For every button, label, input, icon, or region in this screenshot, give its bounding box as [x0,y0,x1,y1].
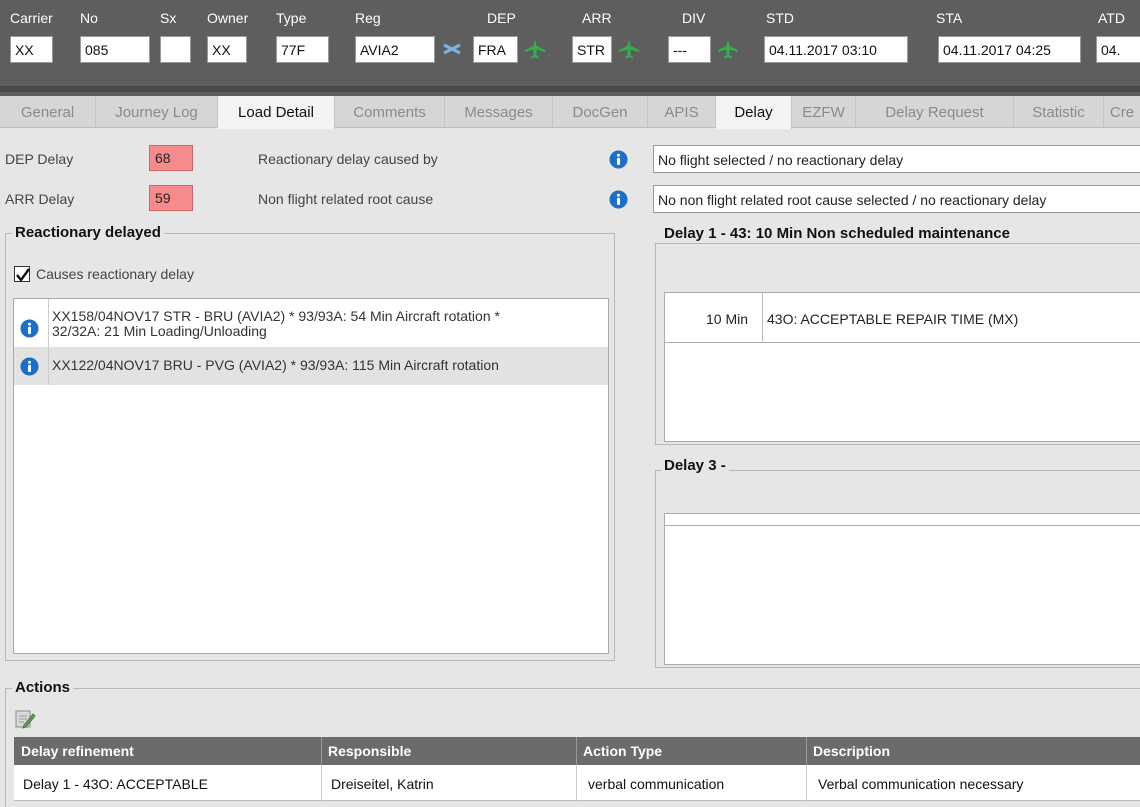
tab-cre[interactable]: Cre [1104,96,1140,128]
type-label: Type [276,10,307,26]
dep-label: DEP [487,10,516,26]
flight-line-2: 32/32A: 21 Min Loading/Unloading [52,323,267,339]
delay-1-list: 10 Min 43O: ACCEPTABLE REPAIR TIME (MX) [664,292,1140,442]
owner-label: Owner [207,10,249,26]
tab-delay-request[interactable]: Delay Request [856,96,1014,128]
flight-line-1: XX122/04NOV17 BRU - PVG (AVIA2) * 93/93A… [52,357,499,373]
edit-icon[interactable] [14,708,36,730]
arrival-field[interactable]: STR [572,36,612,63]
tab-bar: General Journey Log Load Detail Comments… [0,96,1140,129]
root-cause-label: Non flight related root cause [258,191,434,207]
list-item[interactable]: XX158/04NOV17 STR - BRU (AVIA2) * 93/93A… [14,299,608,347]
actions-table-header: Delay refinement Responsible Action Type… [14,737,1140,765]
tab-messages[interactable]: Messages [445,96,553,128]
causes-reactionary-label: Causes reactionary delay [36,266,194,282]
tab-delay[interactable]: Delay [716,96,792,129]
std-field[interactable]: 04.11.2017 03:10 [764,36,908,63]
tab-journey-log[interactable]: Journey Log [96,96,218,128]
reactionary-cause-field[interactable]: No flight selected / no reactionary dela… [653,145,1140,173]
atd-label: ATD [1098,10,1125,26]
arr-delay-field[interactable]: 59 [149,185,193,211]
flight-header: Carrier No Sx Owner Type Reg DEP ARR DIV… [0,0,1140,96]
reg-label: Reg [355,10,381,26]
swap-aircraft-icon[interactable] [441,38,463,60]
root-cause-field[interactable]: No non flight related root cause selecte… [653,185,1140,213]
sta-field[interactable]: 04.11.2017 04:25 [938,36,1081,63]
suffix-field[interactable] [160,36,191,63]
arr-delay-label: ARR Delay [5,191,75,207]
row-separator [48,347,49,385]
tab-comments[interactable]: Comments [335,96,445,128]
tab-general[interactable]: General [0,96,96,128]
list-item[interactable]: 10 Min 43O: ACCEPTABLE REPAIR TIME (MX) [665,293,1140,343]
departure-airplane-icon[interactable] [524,38,546,60]
sx-label: Sx [160,10,177,26]
col-description[interactable]: Description [813,743,890,759]
flight-number-field[interactable]: 085 [80,36,150,63]
tab-docgen[interactable]: DocGen [553,96,648,128]
flight-info-icon[interactable] [20,357,39,376]
causes-reactionary-checkbox[interactable] [14,266,30,282]
std-label: STD [766,10,794,26]
cell-responsible: Dreiseitel, Katrin [331,776,434,792]
col-action-type[interactable]: Action Type [583,743,662,759]
type-field[interactable]: 77F [276,36,329,63]
cell-action-type: verbal communication [588,776,725,792]
list-item[interactable]: XX122/04NOV17 BRU - PVG (AVIA2) * 93/93A… [14,347,608,385]
diversion-airplane-icon[interactable] [717,38,739,60]
delay-3-title: Delay 3 - [661,457,729,474]
dep-delay-field[interactable]: 68 [149,145,193,171]
tab-load-detail[interactable]: Load Detail [218,96,335,129]
tab-apis[interactable]: APIS [648,96,716,128]
reactionary-flight-list: XX158/04NOV17 STR - BRU (AVIA2) * 93/93A… [13,298,609,654]
header-scrollbar [0,86,1140,92]
atd-field[interactable]: 04. [1096,36,1140,63]
row-separator [48,299,49,347]
delay-code: 43O: ACCEPTABLE REPAIR TIME (MX) [767,311,1019,327]
registration-field[interactable]: AVIA2 [355,36,435,63]
diversion-field[interactable]: --- [668,36,711,63]
actions-title: Actions [12,679,74,696]
delay-minutes: 10 Min [706,311,749,327]
arrival-airplane-icon[interactable] [618,38,640,60]
reactionary-cause-label: Reactionary delay caused by [258,151,438,167]
col-delay-refinement[interactable]: Delay refinement [21,743,134,759]
sta-label: STA [936,10,963,26]
carrier-label: Carrier [10,10,53,26]
carrier-field[interactable]: XX [10,36,53,63]
tab-ezfw[interactable]: EZFW [792,96,856,128]
checkmark-icon [16,268,30,282]
departure-field[interactable]: FRA [473,36,518,63]
flight-info-icon[interactable] [20,319,39,338]
tab-statistic[interactable]: Statistic [1014,96,1104,128]
arr-label: ARR [582,10,612,26]
table-row[interactable]: Delay 1 - 43O: ACCEPTABLE Dreiseitel, Ka… [14,765,1140,801]
cell-description: Verbal communication necessary [818,776,1024,792]
dep-delay-label: DEP Delay [5,151,74,167]
row-separator [762,293,763,343]
div-label: DIV [682,10,706,26]
reactionary-info-icon[interactable] [609,150,628,169]
cell-delay-refinement: Delay 1 - 43O: ACCEPTABLE [23,776,208,792]
delay-1-title: Delay 1 - 43: 10 Min Non scheduled maint… [661,225,1013,242]
owner-field[interactable]: XX [207,36,247,63]
root-cause-info-icon[interactable] [609,190,628,209]
reactionary-delayed-title: Reactionary delayed [12,224,164,241]
flight-line-1: XX158/04NOV17 STR - BRU (AVIA2) * 93/93A… [52,308,500,324]
list-item[interactable] [665,514,1140,526]
col-responsible[interactable]: Responsible [328,743,411,759]
no-label: No [80,10,98,26]
delay-3-list [664,513,1140,665]
